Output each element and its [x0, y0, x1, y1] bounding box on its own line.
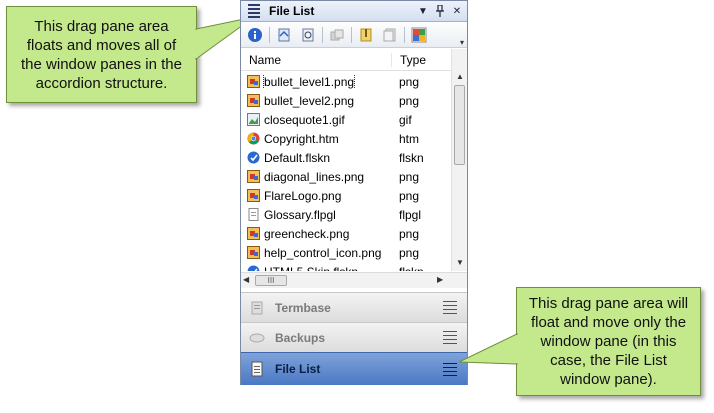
file-type: png — [399, 226, 420, 241]
accordion-label-backups: Backups — [275, 330, 326, 345]
grip-icon[interactable] — [443, 361, 457, 377]
file-row[interactable]: greencheck.png png — [241, 224, 451, 243]
file-type: htm — [399, 131, 420, 146]
file-type: png — [399, 93, 420, 108]
color-grid-icon[interactable] — [409, 25, 429, 45]
file-type: png — [399, 74, 420, 89]
file-type: png — [399, 188, 420, 203]
toolbar-separator — [322, 27, 323, 43]
file-name: help_control_icon.png — [264, 245, 382, 260]
image-icon — [247, 75, 260, 88]
open-file-icon[interactable] — [274, 25, 294, 45]
file-type: flskn — [391, 265, 451, 272]
grip-icon[interactable] — [443, 300, 457, 316]
panel-toolbar: ▾ — [241, 23, 467, 48]
toolbar-separator — [351, 27, 352, 43]
horizontal-scrollbar[interactable]: ◀ III ▶ — [241, 272, 467, 288]
file-type: flskn — [399, 150, 424, 165]
info-icon[interactable] — [245, 25, 265, 45]
file-name: closequote1.gif — [264, 112, 345, 127]
termbase-icon — [251, 301, 263, 314]
toolbar-separator — [269, 27, 270, 43]
file-name: Copyright.htm — [264, 131, 339, 146]
close-icon[interactable]: ✕ — [450, 3, 464, 19]
toolbar-overflow-icon[interactable]: ▾ — [460, 38, 464, 47]
backups-icon — [249, 333, 265, 342]
skin-icon — [247, 265, 260, 271]
callout-left-text: This drag pane area floats and moves all… — [21, 17, 182, 92]
file-row[interactable]: bullet_level2.png png — [241, 91, 451, 110]
file-type: flpgl — [399, 207, 422, 222]
accordion-label-file-list: File List — [275, 362, 321, 376]
zip-icon[interactable] — [356, 25, 376, 45]
grip-icon[interactable] — [443, 330, 457, 346]
file-type: png — [399, 245, 420, 260]
callout-right-pointer — [458, 333, 519, 365]
file-row[interactable]: help_control_icon.png png — [241, 243, 451, 262]
file-type: png — [399, 169, 420, 184]
file-list-header: Name Type — [241, 49, 451, 71]
vertical-scrollbar[interactable]: ▲ ▼ — [451, 49, 467, 271]
panel-titlebar[interactable]: File List ▼ ✕ — [241, 1, 467, 22]
column-header-type[interactable]: Type — [391, 52, 451, 67]
file-row[interactable]: FlareLogo.png png — [241, 186, 451, 205]
dropdown-arrow-icon[interactable]: ▼ — [416, 3, 430, 19]
image-icon — [247, 227, 260, 240]
horizontal-scroll-thumb[interactable]: III — [255, 275, 287, 286]
file-name: HTML5 Skin.flskn — [264, 265, 358, 272]
file-row[interactable]: bullet_level1.png png — [241, 72, 451, 91]
chrome-icon — [247, 132, 260, 145]
copy-icon[interactable] — [327, 25, 347, 45]
file-list-panel: File List ▼ ✕ ▾ Name Type bullet_level1.… — [240, 0, 468, 385]
image-icon — [247, 170, 260, 183]
file-name: FlareLogo.png — [264, 188, 342, 203]
file-list-icon — [251, 361, 263, 377]
accordion-item-backups[interactable]: Backups — [241, 322, 467, 352]
preview-icon[interactable] — [298, 25, 318, 45]
file-type: gif — [399, 112, 412, 127]
callout-right-text: This drag pane area will float and move … — [528, 295, 689, 388]
page-icon[interactable] — [380, 25, 400, 45]
file-name: Glossary.flpgl — [264, 207, 336, 222]
scroll-up-icon[interactable]: ▲ — [452, 69, 468, 83]
panel-title: File List — [269, 4, 315, 18]
callout-right: This drag pane area will float and move … — [458, 287, 701, 396]
document-icon — [247, 208, 260, 221]
skin-icon — [247, 151, 260, 164]
file-row[interactable]: closequote1.gif gif — [241, 110, 451, 129]
file-row[interactable]: diagonal_lines.png png — [241, 167, 451, 186]
image-icon — [247, 94, 260, 107]
accordion-item-file-list[interactable]: File List — [241, 352, 467, 385]
file-row[interactable]: Default.flskn flskn — [241, 148, 451, 167]
image-icon — [247, 246, 260, 259]
drag-handle-icon[interactable] — [245, 1, 263, 22]
scroll-left-icon[interactable]: ◀ — [243, 275, 249, 284]
toolbar-separator — [404, 27, 405, 43]
file-row[interactable]: Copyright.htm htm — [241, 129, 451, 148]
image-icon — [247, 189, 260, 202]
file-name: bullet_level2.png — [264, 93, 355, 108]
file-name: diagonal_lines.png — [264, 169, 365, 184]
file-list: bullet_level1.png png bullet_level2.png png… — [241, 72, 451, 271]
accordion-label-termbase: Termbase — [275, 300, 331, 315]
scroll-right-icon[interactable]: ▶ — [437, 275, 443, 284]
file-name: Default.flskn — [264, 150, 331, 165]
file-name: greencheck.png — [264, 226, 350, 241]
callout-left: This drag pane area floats and moves all… — [6, 6, 255, 103]
gif-icon — [247, 113, 260, 126]
accordion-item-termbase[interactable]: Termbase — [241, 292, 467, 322]
file-name: bullet_level1.png — [262, 74, 356, 89]
column-header-name[interactable]: Name — [241, 53, 391, 67]
scroll-down-icon[interactable]: ▼ — [452, 255, 468, 269]
vertical-scroll-thumb[interactable] — [454, 85, 465, 165]
file-row[interactable]: Glossary.flpgl flpgl — [241, 205, 451, 224]
pin-icon[interactable] — [433, 3, 447, 19]
file-row[interactable]: HTML5 Skin.flskn flskn — [241, 262, 451, 271]
